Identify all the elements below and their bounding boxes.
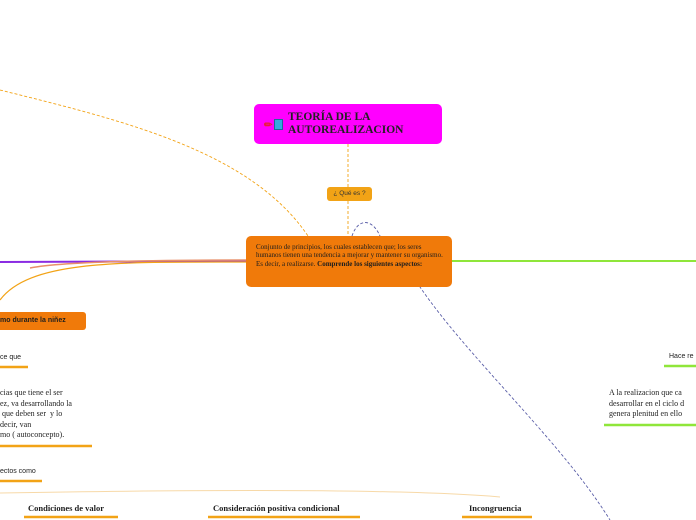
left-sub-label[interactable]: ce que [0,354,21,361]
aspect-incongruencia[interactable]: Incongruencia [469,503,521,513]
branch-left-orange [0,261,247,301]
book-icon [274,119,283,130]
left-topic-node[interactable]: mo durante la niñez [0,312,86,330]
left-topic-text: mo durante la niñez [0,317,66,324]
left-paragraph-line: que deben ser y lo [0,409,63,418]
left-paragraph-line: mo ( autoconcepto). [0,430,65,439]
title-node[interactable]: ✏ TEORÍA DE LA AUTOREALIZACION [254,104,442,144]
left-paragraph-line: decir, van [0,419,32,429]
left-paragraph-line: ez, va desarrollando la [0,398,72,408]
right-paragraph-line: desarrollar en el ciclo d [609,398,685,408]
question-text: ¿ Qué es ? [333,190,366,197]
definition-node[interactable]: Conjunto de principios, los cuales estab… [246,236,452,287]
right-sub-label[interactable]: Hace re [669,353,694,360]
definition-bold-text: Comprende los siguientes aspectos: [317,259,423,268]
title-text: TEORÍA DE LA AUTOREALIZACION [288,111,404,136]
aspect-consideracion[interactable]: Consideración positiva condicional [213,503,340,513]
pin-icon: ✏ [264,120,273,131]
question-node[interactable]: ¿ Qué es ? [327,187,372,201]
left-paragraph-line: cias que tiene el ser [0,388,63,397]
connector-aspects [0,489,501,498]
right-paragraph-line: A la realizacion que ca [609,388,682,397]
right-paragraph-line: genera plenitud en ello [609,409,683,418]
left-paragraph[interactable]: cias que tiene el ser ez, va desarrollan… [0,388,72,441]
title-icons: ✏ [264,119,288,133]
right-paragraph[interactable]: A la realizacion que ca desarrollar en e… [609,388,684,420]
aspect-condiciones[interactable]: Condiciones de valor [28,503,104,513]
left-aspects-label[interactable]: ectos como [0,468,36,475]
